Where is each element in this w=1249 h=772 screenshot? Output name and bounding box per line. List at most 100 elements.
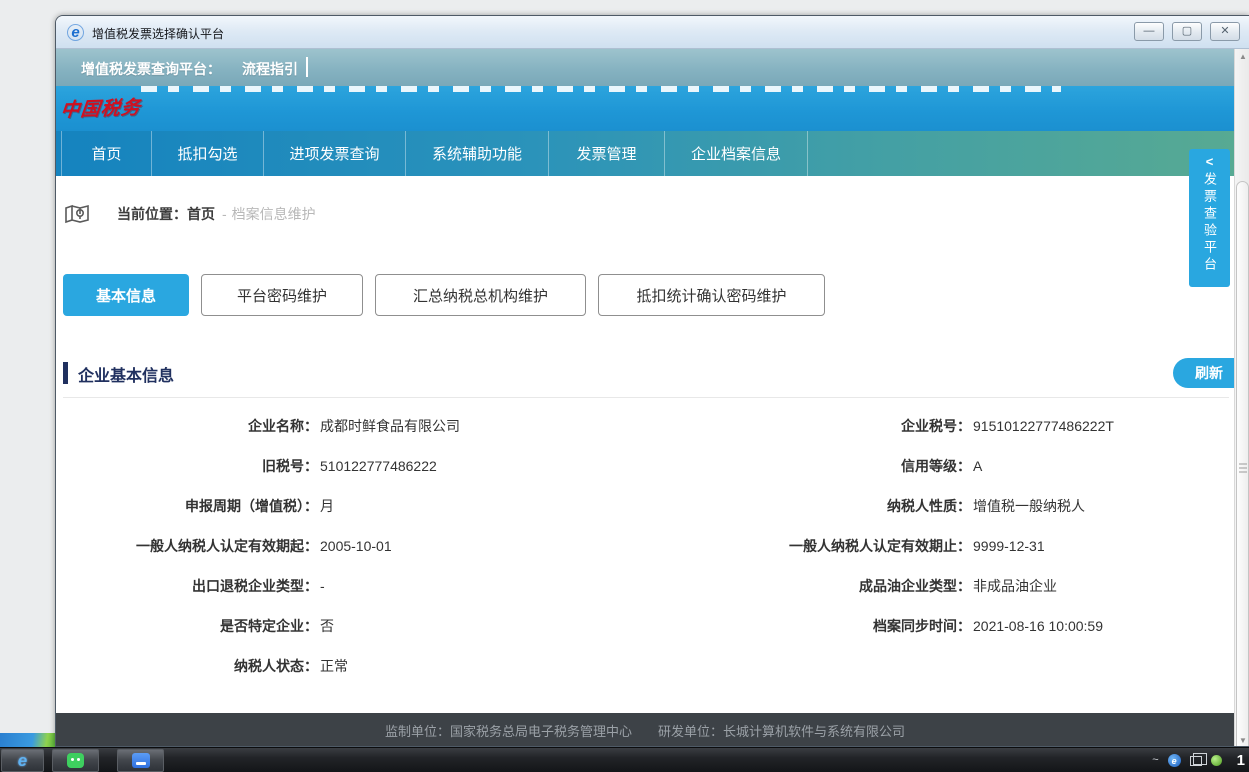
vertical-scrollbar[interactable]: ▲ ▼ <box>1234 49 1249 747</box>
form-column-left: 企业名称： 成都时鲜食品有限公司 旧税号： 510122777486222 申报… <box>63 406 653 686</box>
scrollbar-thumb[interactable] <box>1236 181 1249 747</box>
form-column-right: 企业税号： 91510122777486222T 信用等级： A 纳税人性质： … <box>661 406 1231 646</box>
field-company-name: 企业名称： 成都时鲜食品有限公司 <box>63 406 653 446</box>
field-label: 成品油企业类型： <box>661 576 971 596</box>
section-accent-bar <box>63 362 68 384</box>
field-label: 档案同步时间： <box>661 616 971 636</box>
taskbar: e ~ e 1 <box>0 747 1249 772</box>
platform-name-label: 增值税发票查询平台： <box>81 59 221 79</box>
scroll-up-icon[interactable]: ▲ <box>1235 49 1249 64</box>
breadcrumb-prefix: 当前位置：首页 <box>117 204 215 224</box>
field-label: 纳税人性质： <box>661 496 971 516</box>
nav-item-enterprise-archive[interactable]: 企业档案信息 <box>664 131 808 176</box>
process-guide-link[interactable]: 流程指引 <box>242 59 298 79</box>
nav-item-deduction-check[interactable]: 抵扣勾选 <box>151 131 263 176</box>
field-value: 9999-12-31 <box>973 538 1045 554</box>
field-export-rebate-type: 出口退税企业类型： - <box>63 566 653 606</box>
field-value: 2005-10-01 <box>320 538 392 554</box>
field-label: 信用等级： <box>661 456 971 476</box>
field-value: A <box>973 458 982 474</box>
field-label: 企业税号： <box>661 416 971 436</box>
tab-row: 基本信息 平台密码维护 汇总纳税总机构维护 抵扣统计确认密码维护 <box>63 274 1223 316</box>
section-divider <box>63 397 1229 398</box>
scrollbar-grip-icon <box>1239 463 1247 472</box>
field-label: 旧税号： <box>63 456 318 476</box>
window-controls: — ▢ ✕ <box>1134 22 1240 41</box>
field-value: 增值税一般纳税人 <box>973 496 1085 516</box>
content-area: 当前位置：首页 - 档案信息维护 基本信息 平台密码维护 汇总纳税总机构维护 抵… <box>56 176 1234 713</box>
field-tax-no: 企业税号： 91510122777486222T <box>661 406 1231 446</box>
scroll-down-icon[interactable]: ▼ <box>1235 733 1249 747</box>
field-credit-rating: 信用等级： A <box>661 446 1231 486</box>
tray-status-icon[interactable] <box>1211 755 1222 766</box>
window-titlebar[interactable]: e 增值税发票选择确认平台 — ▢ ✕ <box>56 16 1249 49</box>
taskbar-clock[interactable]: 1 <box>1237 752 1245 769</box>
section-title: 企业基本信息 <box>78 362 174 386</box>
field-value: 91510122777486222T <box>973 418 1114 434</box>
taskbar-blue-app-button[interactable] <box>117 749 164 772</box>
platform-header: 增值税发票查询平台： 流程指引 <box>56 49 1249 86</box>
china-tax-logo: 中国税务 <box>59 93 142 123</box>
app-window: e 增值税发票选择确认平台 — ▢ ✕ 增值税发票查询平台： 流程指引 中国税务… <box>55 15 1249 747</box>
ie-icon: e <box>18 752 27 769</box>
tab-platform-password[interactable]: 平台密码维护 <box>201 274 363 316</box>
chat-app-icon <box>67 753 84 768</box>
breadcrumb-separator: - <box>222 206 227 222</box>
field-value: 510122777486222 <box>320 458 437 474</box>
banner: 中国税务 <box>56 86 1249 131</box>
field-label: 一般人纳税人认定有效期止： <box>661 536 971 556</box>
clipped-banner-text <box>141 86 1061 92</box>
main-nav: 首页 抵扣勾选 进项发票查询 系统辅助功能 发票管理 企业档案信息 <box>56 131 1249 176</box>
field-declare-period: 申报周期（增值税）： 月 <box>63 486 653 526</box>
footer-supervisor: 监制单位：国家税务总局电子税务管理中心 <box>385 721 632 740</box>
nav-item-system-aux[interactable]: 系统辅助功能 <box>405 131 548 176</box>
field-label: 纳税人状态： <box>63 656 318 676</box>
field-old-tax-no: 旧税号： 510122777486222 <box>63 446 653 486</box>
breadcrumb: 当前位置：首页 - 档案信息维护 <box>64 201 316 227</box>
tab-basic-info[interactable]: 基本信息 <box>63 274 189 316</box>
maximize-button[interactable]: ▢ <box>1172 22 1202 41</box>
field-taxpayer-nature: 纳税人性质： 增值税一般纳税人 <box>661 486 1231 526</box>
side-tab-label: 发票查验平台 <box>1200 172 1219 274</box>
field-valid-from: 一般人纳税人认定有效期起： 2005-10-01 <box>63 526 653 566</box>
text-cursor <box>306 57 308 77</box>
taskbar-ie-button[interactable]: e <box>1 749 44 772</box>
field-label: 出口退税企业类型： <box>63 576 318 596</box>
field-valid-to: 一般人纳税人认定有效期止： 9999-12-31 <box>661 526 1231 566</box>
tab-deduction-stat-password[interactable]: 抵扣统计确认密码维护 <box>598 274 825 316</box>
invoice-verify-side-tab[interactable]: < 发票查验平台 <box>1189 149 1230 287</box>
blue-app-icon <box>132 753 150 768</box>
breadcrumb-current: 档案信息维护 <box>232 204 316 224</box>
field-value: 非成品油企业 <box>973 576 1057 596</box>
nav-item-home[interactable]: 首页 <box>61 131 151 176</box>
nav-item-invoice-mgmt[interactable]: 发票管理 <box>548 131 664 176</box>
field-label: 是否特定企业： <box>63 616 318 636</box>
close-button[interactable]: ✕ <box>1210 22 1240 41</box>
tray-misc-icon[interactable]: ~ <box>1152 755 1158 766</box>
window-title: 增值税发票选择确认平台 <box>92 25 224 42</box>
location-map-icon <box>64 201 90 227</box>
field-value: - <box>320 578 325 594</box>
field-special-enterprise: 是否特定企业： 否 <box>63 606 653 646</box>
field-value: 否 <box>320 616 334 636</box>
taskbar-chat-button[interactable] <box>52 749 99 772</box>
system-tray: ~ e 1 <box>1152 748 1245 772</box>
screen: e 增值税发票选择确认平台 — ▢ ✕ 增值税发票查询平台： 流程指引 中国税务… <box>0 0 1249 772</box>
field-value: 成都时鲜食品有限公司 <box>320 416 460 436</box>
page-footer: 监制单位：国家税务总局电子税务管理中心 研发单位：长城计算机软件与系统有限公司 <box>56 713 1234 747</box>
nav-items: 首页 抵扣勾选 进项发票查询 系统辅助功能 发票管理 企业档案信息 <box>61 131 808 176</box>
ie-logo-icon: e <box>67 24 84 41</box>
tray-windows-icon[interactable] <box>1190 756 1202 766</box>
tray-browser-icon[interactable]: e <box>1168 754 1181 767</box>
field-taxpayer-status: 纳税人状态： 正常 <box>63 646 653 686</box>
field-label: 一般人纳税人认定有效期起： <box>63 536 318 556</box>
footer-developer: 研发单位：长城计算机软件与系统有限公司 <box>658 721 905 740</box>
field-value: 月 <box>320 496 334 516</box>
tab-consolidated-tax-hq[interactable]: 汇总纳税总机构维护 <box>375 274 586 316</box>
nav-item-input-invoice-query[interactable]: 进项发票查询 <box>263 131 405 176</box>
field-value: 2021-08-16 10:00:59 <box>973 618 1103 634</box>
chevron-left-icon: < <box>1206 155 1214 169</box>
field-archive-sync-time: 档案同步时间： 2021-08-16 10:00:59 <box>661 606 1231 646</box>
minimize-button[interactable]: — <box>1134 22 1164 41</box>
field-label: 申报周期（增值税）： <box>63 496 318 516</box>
